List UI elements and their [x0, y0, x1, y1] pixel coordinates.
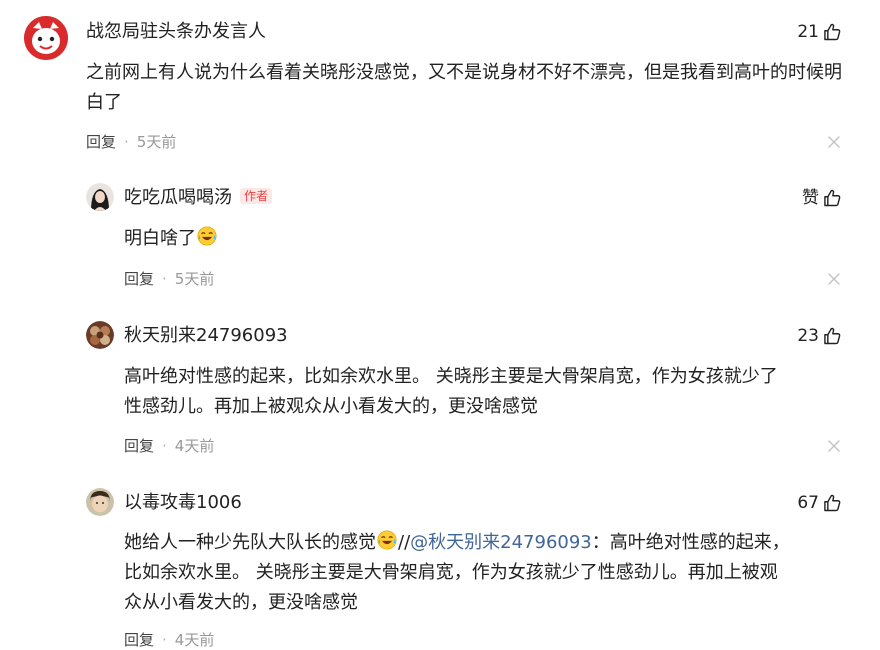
comment-time: 4天前 [174, 631, 215, 649]
close-icon[interactable] [826, 271, 842, 287]
comment-text-line: 比如余欢水里。 关晓彤主要是大骨架肩宽，作为女孩就少了性感劲儿。再加上被观 [124, 562, 778, 583]
comment-item: 战忽局驻头条办发言人 21 之前网上有人说为什么看着关晓彤没感觉，又不是说身材不… [0, 0, 880, 170]
comment-username[interactable]: 以毒攻毒1006 [124, 491, 242, 515]
woman-portrait-avatar[interactable] [86, 183, 114, 211]
comment-text: 高叶绝对性感的起来，比如余欢水里。 关晓彤主要是大骨架肩宽，作为女孩就少了 性感… [124, 362, 844, 422]
comment-username[interactable]: 吃吃瓜喝喝汤 作者 [124, 186, 273, 210]
like-count: 23 [797, 326, 819, 346]
like-button[interactable]: 67 [797, 491, 842, 515]
comment-item: 吃吃瓜喝喝汤 作者 赞 明白啥了 回复 · 5天前 [0, 170, 880, 310]
comment-time: 5天前 [136, 133, 177, 151]
like-button[interactable]: 赞 [802, 186, 842, 210]
comment-username[interactable]: 战忽局驻头条办发言人 [86, 20, 266, 44]
cartoon-face-avatar[interactable] [24, 16, 68, 60]
thumbs-up-icon [822, 22, 842, 42]
thumbs-up-icon [822, 188, 842, 208]
comment-time: 4天前 [174, 437, 215, 455]
comment-text: 她给人一种少先队大队长的感觉 //@秋天别来24796093：高叶绝对性感的起来，… [124, 528, 854, 618]
repost-separator: // [398, 532, 411, 553]
close-icon[interactable] [826, 134, 842, 150]
meta-separator: · [162, 631, 167, 649]
thumbs-up-icon [822, 326, 842, 346]
laughing-tears-emoji-icon [376, 529, 398, 551]
comment-item: 秋天别来24796093 23 高叶绝对性感的起来，比如余欢水里。 关晓彤主要是… [0, 310, 880, 480]
comment-text: 之前网上有人说为什么看着关晓彤没感觉，又不是说身材不好不漂亮，但是我看到高叶的时… [86, 62, 842, 113]
comment-meta: 回复 · 5天前 [86, 132, 176, 152]
comment-text-segment: 她给人一种少先队大队长的感觉 [124, 532, 376, 553]
comment-meta: 回复 · 4天前 [124, 436, 214, 456]
child-portrait-avatar[interactable] [86, 488, 114, 516]
username-text: 吃吃瓜喝喝汤 [124, 187, 232, 208]
meta-separator: · [162, 270, 167, 288]
author-badge: 作者 [240, 188, 273, 204]
comment-text-line: 众从小看发大的，更没啥感觉 [124, 592, 358, 613]
comment-time: 5天前 [174, 270, 215, 288]
reply-button[interactable]: 回复 [124, 436, 154, 456]
laughing-tears-emoji-icon [196, 225, 218, 247]
reply-button[interactable]: 回复 [124, 269, 154, 289]
comment-text-segment: ：高叶绝对性感的起来， [591, 532, 790, 553]
user-mention-link[interactable]: @秋天别来24796093 [410, 532, 592, 553]
comment-username[interactable]: 秋天别来24796093 [124, 324, 288, 348]
comment-text-line: 她给人一种少先队大队长的感觉 //@秋天别来24796093：高叶绝对性感的起来， [124, 528, 854, 558]
like-count: 赞 [802, 188, 819, 208]
reply-button[interactable]: 回复 [124, 630, 154, 650]
like-button[interactable]: 23 [797, 324, 842, 348]
reply-button[interactable]: 回复 [86, 132, 116, 152]
meta-separator: · [124, 133, 129, 151]
like-count: 67 [797, 493, 819, 513]
close-icon[interactable] [826, 438, 842, 454]
meta-separator: · [162, 437, 167, 455]
flower-avatar[interactable] [86, 321, 114, 349]
thumbs-up-icon [822, 493, 842, 513]
comment-text: 明白啥了 [124, 224, 844, 254]
comment-text-content: 明白啥了 [124, 228, 196, 249]
comment-text-line: 性感劲儿。再加上被观众从小看发大的，更没啥感觉 [124, 396, 538, 417]
comment-item: 以毒攻毒1006 67 她给人一种少先队大队长的感觉 //@秋天别来2479609… [0, 480, 880, 649]
like-button[interactable]: 21 [797, 20, 842, 44]
comment-text-line: 高叶绝对性感的起来，比如余欢水里。 关晓彤主要是大骨架肩宽，作为女孩就少了 [124, 366, 778, 387]
comment-meta: 回复 · 5天前 [124, 269, 214, 289]
comment-meta: 回复 · 4天前 [124, 630, 214, 650]
like-count: 21 [797, 22, 819, 42]
